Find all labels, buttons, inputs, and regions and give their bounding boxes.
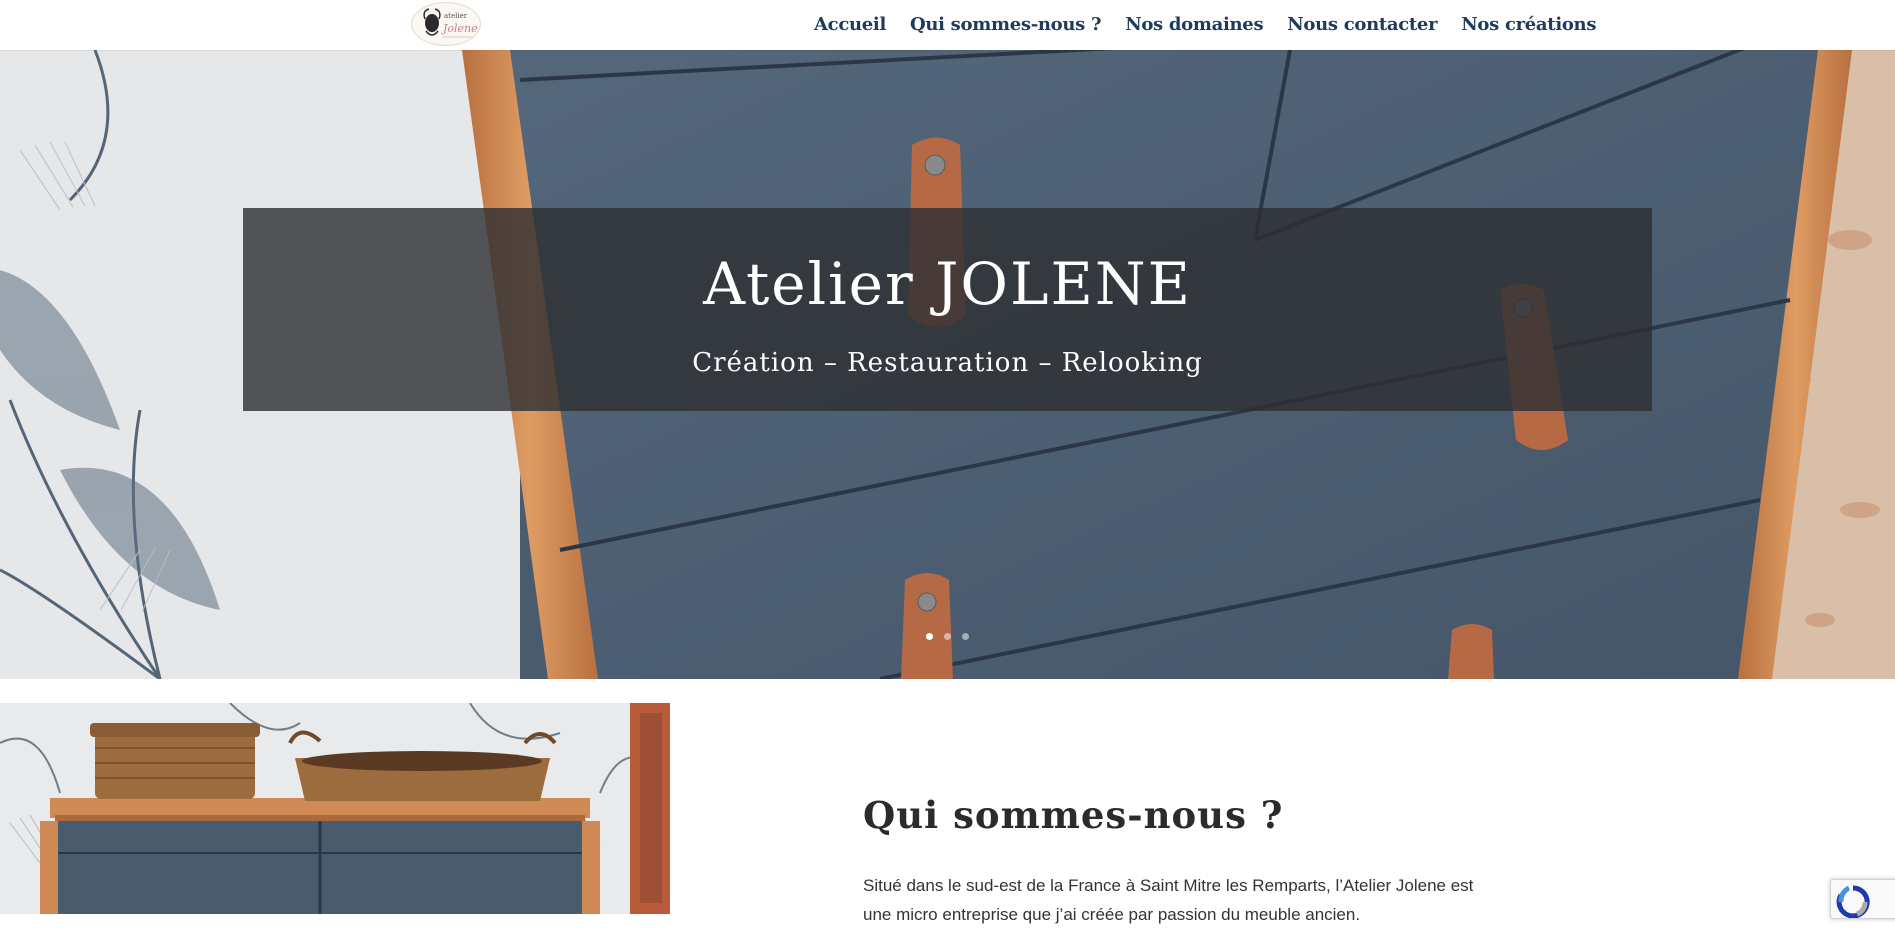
main-nav: Accueil Qui sommes-nous ? Nos domaines N… <box>814 0 1596 48</box>
site-header: atelier Jolene Accueil Qui sommes-nous ?… <box>0 0 1895 50</box>
slider-dot-3[interactable] <box>962 633 969 640</box>
hero-slider: Atelier JOLENE Création – Restauration –… <box>0 50 1895 679</box>
about-heading: Qui sommes-nous ? <box>863 792 1284 837</box>
logo-line-2: Jolene <box>441 22 478 35</box>
slider-pagination <box>926 633 969 640</box>
atelier-jolene-logo[interactable]: atelier Jolene <box>411 2 481 46</box>
slider-dot-1[interactable] <box>926 633 933 640</box>
nav-qui-sommes-nous[interactable]: Qui sommes-nous ? <box>910 14 1101 35</box>
hero-caption-box: Atelier JOLENE Création – Restauration –… <box>243 208 1652 411</box>
about-paragraph: Situé dans le sud-est de la France à Sai… <box>863 876 1474 924</box>
nav-nos-domaines[interactable]: Nos domaines <box>1125 14 1263 35</box>
hero-title: Atelier JOLENE <box>703 250 1192 318</box>
recaptcha-icon <box>1836 885 1870 918</box>
nav-accueil[interactable]: Accueil <box>814 14 886 35</box>
nav-nos-creations[interactable]: Nos créations <box>1461 14 1596 35</box>
nav-nous-contacter[interactable]: Nous contacter <box>1287 14 1437 35</box>
logo-line-1: atelier <box>444 12 468 20</box>
about-furniture-image <box>0 703 670 914</box>
slider-dot-2[interactable] <box>944 633 951 640</box>
recaptcha-badge[interactable] <box>1830 879 1895 919</box>
hero-subtitle: Création – Restauration – Relooking <box>692 348 1203 378</box>
